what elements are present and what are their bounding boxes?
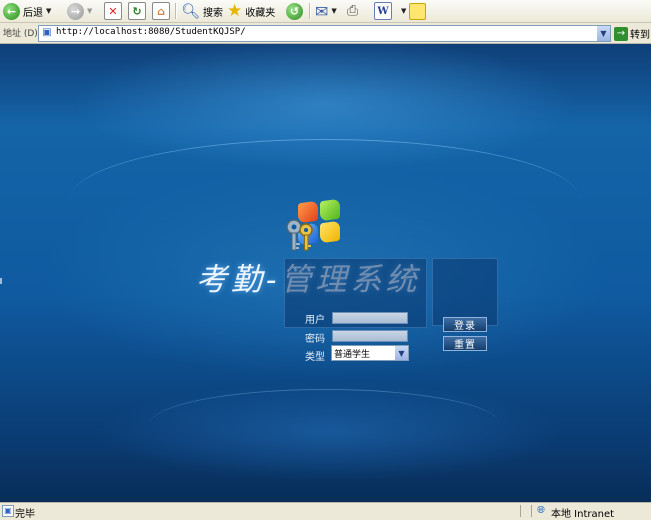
- back-label: 后退: [23, 7, 43, 19]
- password-input[interactable]: [332, 330, 408, 342]
- refresh-button[interactable]: ↻: [128, 1, 146, 21]
- back-dropdown-icon[interactable]: ▼: [46, 7, 51, 15]
- type-label: 类型: [305, 352, 325, 363]
- forward-arrow-icon: →: [67, 2, 84, 20]
- mail-button[interactable]: ✉ ▼: [315, 1, 337, 21]
- refresh-icon: ↻: [128, 2, 146, 20]
- type-selected-value: 普通学生: [334, 350, 371, 360]
- address-dropdown-icon[interactable]: ▼: [597, 26, 610, 41]
- home-button[interactable]: ⌂: [152, 1, 170, 21]
- status-bar: ▣ 完毕 🌐︎ 本地 Intranet: [0, 502, 651, 520]
- search-label: 搜索: [203, 7, 224, 19]
- decorative-arc: [150, 389, 500, 460]
- word-edit-icon: W: [374, 2, 392, 20]
- back-arrow-icon: ←: [3, 2, 20, 20]
- favorites-button[interactable]: ★ 收藏夹: [227, 1, 275, 21]
- status-divider: [531, 505, 532, 517]
- address-bar: 地址 (D) ▣ http://localhost:8080/StudentKQ…: [0, 23, 651, 44]
- logo-flag-yellow: [320, 220, 340, 244]
- logo-flag-green: [320, 198, 340, 222]
- address-url[interactable]: http://localhost:8080/StudentKQJSP/: [56, 27, 246, 37]
- user-input[interactable]: [332, 312, 408, 324]
- address-input[interactable]: ▣ http://localhost:8080/StudentKQJSP/ ▼: [38, 25, 611, 42]
- go-button[interactable]: → 转到: [614, 26, 650, 41]
- intranet-zone-icon: 🌐︎: [537, 505, 545, 516]
- windows-keys-logo: [286, 194, 348, 256]
- search-icon: 🔍︎: [181, 2, 201, 20]
- go-label: 转到: [630, 30, 650, 41]
- status-divider: [520, 505, 521, 517]
- favorites-star-icon: ★: [227, 1, 243, 21]
- mail-dropdown-icon[interactable]: ▼: [331, 7, 336, 15]
- type-select[interactable]: 普通学生 ▼: [331, 345, 409, 361]
- page-done-icon: ▣: [2, 505, 14, 517]
- edit-button[interactable]: W ▼: [374, 1, 406, 21]
- stop-icon: ✕: [104, 2, 122, 20]
- history-button[interactable]: ↺: [286, 1, 303, 21]
- ie-toolbar: ← 后退 ▼ → ▼ ✕ ↻ ⌂ 🔍︎ 搜索 ★ 收藏夹 ↺ ✉ ▼ ⎙ W ▼: [0, 0, 651, 23]
- page-icon: ▣: [42, 27, 52, 38]
- login-button[interactable]: 登录: [443, 317, 487, 332]
- forward-button[interactable]: → ▼: [67, 1, 92, 21]
- edge-marker: [0, 278, 2, 284]
- password-label: 密码: [305, 334, 325, 345]
- login-buttons-panel: [432, 258, 498, 326]
- keys-icon: [286, 219, 313, 251]
- mail-icon: ✉: [315, 1, 329, 21]
- history-icon: ↺: [286, 2, 303, 20]
- stop-button[interactable]: ✕: [104, 1, 122, 21]
- edit-dropdown-icon[interactable]: ▼: [401, 7, 406, 15]
- toolbar-separator: [175, 3, 177, 19]
- toolbar-separator: [309, 3, 311, 19]
- search-button[interactable]: 🔍︎ 搜索: [181, 1, 223, 21]
- favorites-label: 收藏夹: [245, 7, 276, 19]
- select-dropdown-icon[interactable]: ▼: [395, 346, 408, 360]
- print-icon: ⎙: [347, 3, 359, 19]
- user-label: 用户: [305, 315, 325, 326]
- forward-dropdown-icon[interactable]: ▼: [87, 7, 92, 15]
- reset-button[interactable]: 重置: [443, 336, 487, 351]
- back-button[interactable]: ← 后退 ▼: [3, 1, 51, 21]
- discuss-button[interactable]: [409, 1, 426, 21]
- address-label: 地址 (D): [3, 29, 38, 39]
- note-icon: [409, 2, 426, 20]
- home-icon: ⌂: [152, 2, 170, 20]
- go-arrow-icon: →: [614, 26, 628, 41]
- print-button[interactable]: ⎙: [347, 1, 358, 21]
